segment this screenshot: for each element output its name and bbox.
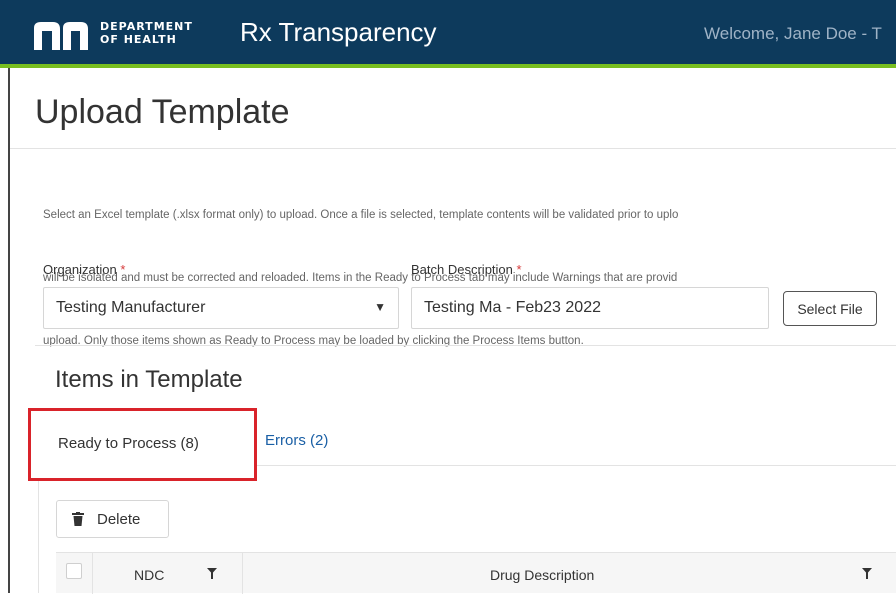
top-navbar: DEPARTMENT OF HEALTH Rx Transparency Wel… bbox=[0, 0, 896, 68]
logo-line-1: DEPARTMENT bbox=[100, 20, 193, 33]
filter-icon[interactable] bbox=[862, 568, 872, 579]
items-in-template-heading: Items in Template bbox=[55, 366, 243, 393]
organization-select-value: Testing Manufacturer bbox=[56, 299, 206, 316]
required-marker: * bbox=[120, 262, 126, 277]
tab-ready-to-process[interactable]: Ready to Process (8) bbox=[28, 408, 257, 481]
column-divider bbox=[92, 553, 93, 594]
delete-button-label: Delete bbox=[97, 511, 141, 528]
instructions-line-3: upload. Only those items shown as Ready … bbox=[43, 335, 584, 347]
organization-label-text: Organization bbox=[43, 262, 117, 277]
batch-description-label: Batch Description * bbox=[411, 262, 522, 277]
minnesota-logo-icon bbox=[34, 22, 88, 50]
department-of-health-logo-text: DEPARTMENT OF HEALTH bbox=[100, 20, 193, 46]
tab-errors[interactable]: Errors (2) bbox=[265, 432, 328, 449]
page-left-border bbox=[8, 68, 10, 593]
page-title: Upload Template bbox=[35, 93, 290, 131]
select-all-checkbox[interactable] bbox=[66, 563, 82, 579]
column-header-drug-description[interactable]: Drug Description bbox=[490, 567, 594, 583]
batch-description-input[interactable] bbox=[411, 287, 769, 329]
app-title[interactable]: Rx Transparency bbox=[240, 17, 437, 48]
select-file-button[interactable]: Select File bbox=[783, 291, 877, 326]
column-header-ndc[interactable]: NDC bbox=[134, 567, 164, 583]
column-divider bbox=[242, 553, 243, 594]
batch-description-label-text: Batch Description bbox=[411, 262, 513, 277]
delete-button[interactable]: Delete bbox=[56, 500, 169, 538]
tab-panel-border bbox=[38, 481, 39, 593]
divider bbox=[35, 345, 896, 346]
instructions-line-1: Select an Excel template (.xlsx format o… bbox=[43, 209, 679, 221]
organization-select[interactable]: Testing Manufacturer ▼ bbox=[43, 287, 399, 329]
welcome-user-menu[interactable]: Welcome, Jane Doe - T bbox=[704, 24, 882, 44]
tab-ready-to-process-label: Ready to Process (8) bbox=[58, 435, 199, 452]
tab-bar-underline bbox=[257, 465, 896, 466]
dropdown-caret-icon: ▼ bbox=[374, 300, 386, 314]
divider bbox=[10, 148, 896, 149]
filter-icon[interactable] bbox=[207, 568, 217, 579]
required-marker: * bbox=[516, 262, 522, 277]
organization-label: Organization * bbox=[43, 262, 125, 277]
items-table-header: NDC Drug Description bbox=[56, 552, 896, 594]
logo-line-2: OF HEALTH bbox=[100, 33, 177, 46]
trash-icon bbox=[72, 512, 84, 526]
